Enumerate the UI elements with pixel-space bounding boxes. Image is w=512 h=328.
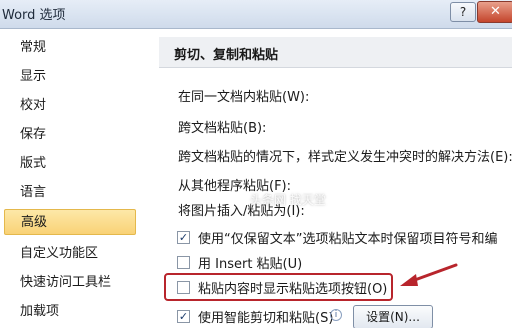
sidebar-item-customize-ribbon[interactable]: 自定义功能区 (0, 241, 150, 267)
sidebar-item-language[interactable]: 语言 (0, 180, 150, 206)
sidebar-item-proofing[interactable]: 校对 (0, 93, 150, 119)
window-title: Word 选项 (2, 8, 66, 23)
sidebar-item-add-ins[interactable]: 加载项 (0, 299, 150, 325)
title-bar: Word 选项 ? ✕ (0, 0, 512, 29)
sidebar: 常规 显示 校对 保存 版式 语言 高级 自定义功能区 快速访问工具栏 加载项 (0, 29, 151, 328)
options-panel: 剪切、复制和粘贴 在同一文档内粘贴(W): 跨文档粘贴(B): 跨文档粘贴的情况… (150, 29, 512, 328)
sidebar-item-save[interactable]: 保存 (0, 122, 150, 148)
sidebar-item-layout[interactable]: 版式 (0, 151, 150, 177)
help-button[interactable]: ? (450, 2, 476, 22)
annotation-arrow-icon (400, 263, 458, 286)
sidebar-item-display[interactable]: 显示 (0, 64, 150, 90)
sidebar-item-advanced[interactable]: 高级 (4, 209, 136, 235)
close-button[interactable]: ✕ (477, 1, 512, 23)
sidebar-item-quick-access-toolbar[interactable]: 快速访问工具栏 (0, 270, 150, 296)
sidebar-item-general[interactable]: 常规 (0, 35, 150, 61)
